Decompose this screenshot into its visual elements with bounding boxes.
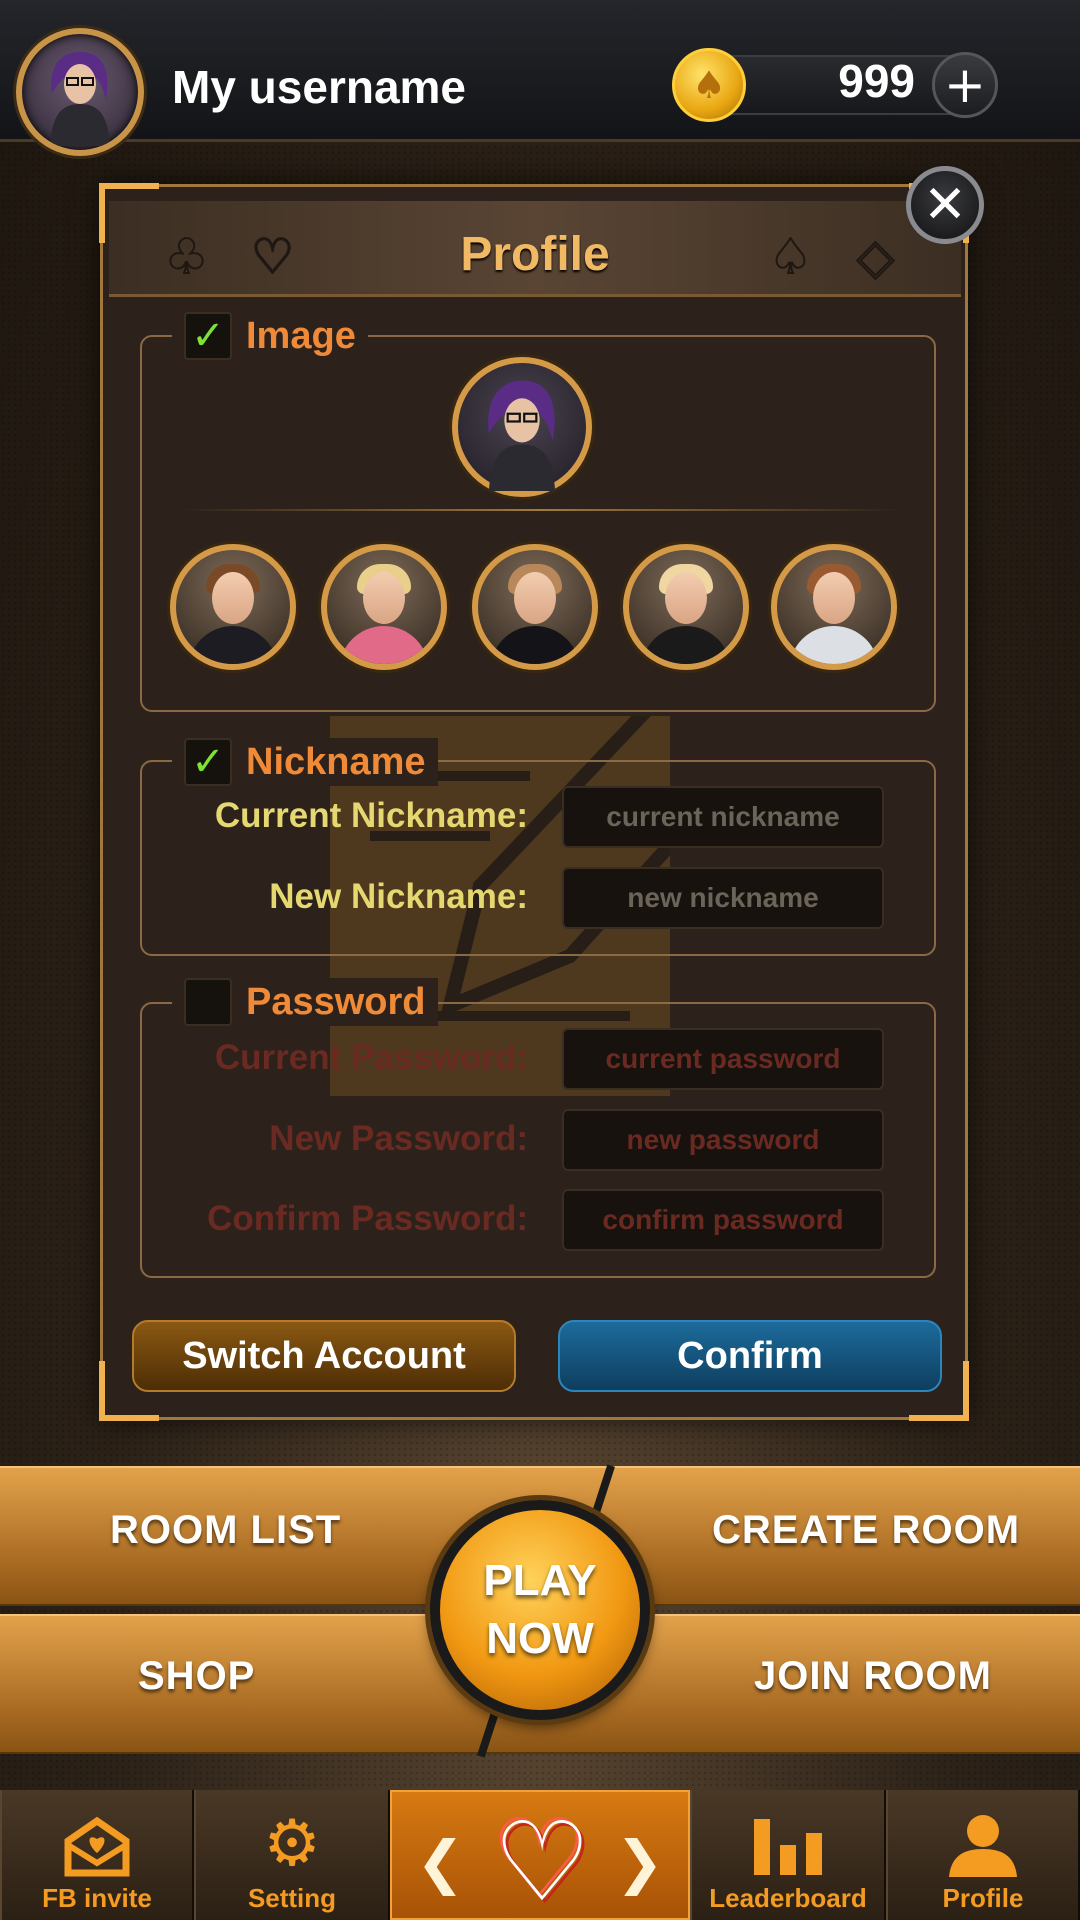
nav-profile-label: Profile: [942, 1883, 1024, 1913]
play-now-button[interactable]: PLAY NOW: [430, 1500, 650, 1720]
spade-icon: ♠: [768, 228, 813, 286]
avatar-option-female-blonde-black[interactable]: [623, 544, 749, 670]
new-password-input[interactable]: new password: [562, 1109, 884, 1171]
new-password-label: New Password:: [269, 1119, 528, 1158]
envelope-heart-icon: [64, 1816, 130, 1877]
password-section-label: Password: [246, 980, 426, 1023]
current-nickname-label: Current Nickname:: [214, 796, 528, 835]
new-nickname-label: New Nickname:: [269, 877, 528, 916]
image-section-header: ✓ Image: [172, 312, 368, 360]
nav-setting-label: Setting: [247, 1883, 337, 1913]
divider: [180, 509, 900, 511]
current-nickname-field[interactable]: current nickname: [562, 786, 884, 848]
user-avatar[interactable]: [16, 28, 144, 156]
password-section-header: Password: [172, 978, 438, 1026]
avatar-option-male-red-tie[interactable]: [170, 544, 296, 670]
diamond-icon: ◇: [856, 228, 895, 286]
heart-icon: ♡: [492, 1798, 592, 1920]
next-arrow-icon[interactable]: ❯: [615, 1828, 664, 1896]
join-room-button[interactable]: JOIN ROOM: [754, 1654, 992, 1699]
current-password-label: Current Password:: [214, 1038, 528, 1077]
nav-leaderboard[interactable]: Leaderboard: [690, 1790, 886, 1920]
avatar-head: [813, 572, 855, 624]
avatar-body: [188, 626, 278, 664]
image-checkbox[interactable]: ✓: [184, 312, 232, 360]
bottom-nav: FB invite ⚙ Setting ❮ ♡ ❯ Leaderboard Pr…: [0, 1790, 1080, 1920]
nav-profile[interactable]: Profile: [886, 1790, 1080, 1920]
current-nickname-row: Current Nickname: current nickname: [142, 786, 938, 852]
dialog-title: Profile: [460, 228, 610, 281]
avatar-body: [641, 626, 731, 664]
nickname-section-label: Nickname: [246, 740, 426, 783]
new-nickname-input[interactable]: new nickname: [562, 867, 884, 929]
nickname-section-header: ✓ Nickname: [172, 738, 438, 786]
gear-icon: ⚙: [263, 1807, 321, 1881]
shop-button[interactable]: SHOP: [138, 1654, 255, 1699]
confirm-password-row: Confirm Password: confirm password: [142, 1189, 938, 1255]
current-password-input[interactable]: current password: [562, 1028, 884, 1090]
user-portrait-icon: [488, 380, 556, 491]
selected-avatar: [452, 357, 592, 497]
nav-setting[interactable]: ⚙ Setting: [194, 1790, 390, 1920]
bar-chart-icon: [754, 1819, 822, 1875]
confirm-password-input[interactable]: confirm password: [562, 1189, 884, 1251]
password-checkbox[interactable]: [184, 978, 232, 1026]
avatar-head: [514, 572, 556, 624]
confirm-password-label: Confirm Password:: [207, 1199, 528, 1238]
add-coins-button[interactable]: +: [932, 52, 998, 118]
create-room-button[interactable]: CREATE ROOM: [712, 1508, 1020, 1553]
play-now-line2: NOW: [486, 1614, 594, 1663]
coin-count: 999: [838, 55, 915, 107]
nav-fb-invite-label: FB invite: [42, 1883, 152, 1913]
new-nickname-row: New Nickname: new nickname: [142, 867, 938, 933]
avatar-option-female-blonde-pink[interactable]: [321, 544, 447, 670]
spade-coin-icon: ♠: [672, 48, 746, 122]
username-label: My username: [172, 61, 467, 113]
avatar-body: [789, 626, 879, 664]
password-section: Current Password: current password New P…: [140, 1002, 936, 1278]
close-button[interactable]: ✕: [906, 166, 984, 244]
switch-account-button[interactable]: Switch Account: [132, 1320, 516, 1392]
current-password-row: Current Password: current password: [142, 1028, 938, 1094]
confirm-button[interactable]: Confirm: [558, 1320, 942, 1392]
nav-featured[interactable]: ❮ ♡ ❯: [390, 1790, 690, 1920]
avatar-option-female-brown-white[interactable]: [771, 544, 897, 670]
dialog-header: ♣ ♡ Profile ♠ ◇: [109, 201, 961, 297]
avatar-head: [212, 572, 254, 624]
new-password-row: New Password: new password: [142, 1109, 938, 1175]
avatar-option-male-bowtie[interactable]: [472, 544, 598, 670]
user-portrait-icon: [50, 52, 110, 146]
nav-leaderboard-label: Leaderboard: [709, 1883, 867, 1913]
image-section-label: Image: [246, 314, 356, 357]
person-icon: [949, 1815, 1017, 1877]
nickname-checkbox[interactable]: ✓: [184, 738, 232, 786]
room-list-button[interactable]: ROOM LIST: [110, 1508, 341, 1553]
avatar-head: [665, 572, 707, 624]
avatar-body: [339, 626, 429, 664]
nav-fb-invite[interactable]: FB invite: [0, 1790, 194, 1920]
prev-arrow-icon[interactable]: ❮: [416, 1828, 465, 1896]
avatar-body: [490, 626, 580, 664]
play-now-line1: PLAY: [483, 1556, 597, 1605]
avatar-head: [363, 572, 405, 624]
nickname-section: Current Nickname: current nickname New N…: [140, 760, 936, 956]
